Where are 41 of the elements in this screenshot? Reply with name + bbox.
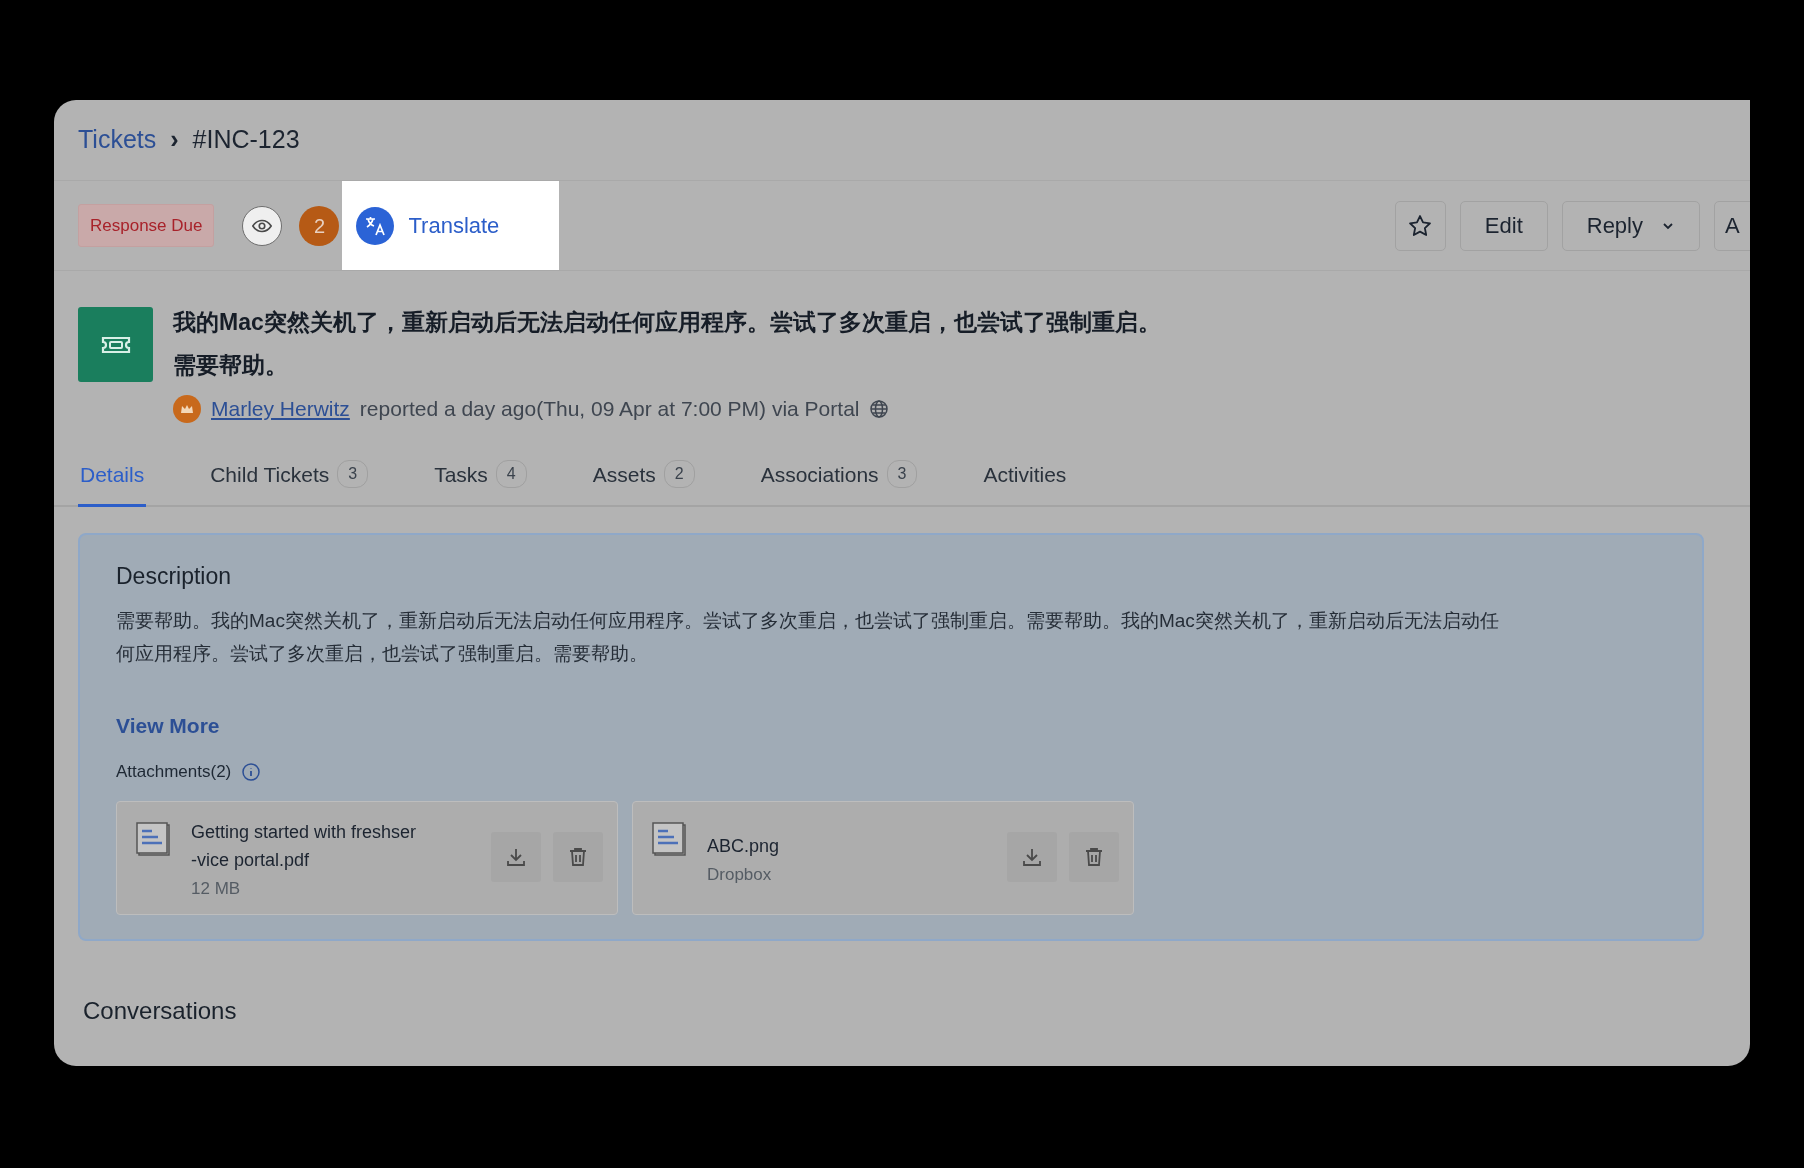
breadcrumb-link[interactable]: Tickets [78,121,157,159]
requester-link[interactable]: Marley Herwitz [211,393,350,425]
breadcrumb-current: #INC-123 [192,124,300,156]
file-detail: Dropbox [707,863,773,886]
download-button[interactable] [1007,831,1057,882]
description-text: 需要帮助。我的Mac突然关机了，重新启动后无法启动任何应用程序。尝试了多次重启，也尝试了强制重启。需要帮助。我的Mac突然关机了，重新启动后无法启动任何应用程序。尝试了多次重启，也尝试了强制重启。需要帮助。 [116,608,1500,666]
ticket-icon [78,307,153,382]
avatar [173,394,201,423]
star-icon [1407,212,1434,239]
delete-button[interactable] [553,831,603,882]
count-pill: 3 [337,460,369,489]
count-pill: 4 [495,460,527,489]
section-title: Description [116,562,233,591]
delete-button[interactable] [1069,831,1119,882]
tab[interactable]: Tasks 4 [432,448,529,507]
toolbar-button[interactable]: Edit [1459,200,1548,251]
ticket-title: 我的Mac突然关机了，重新启动后无法启动任何应用程序。尝试了多次重启，也尝试了强制重启。需要帮助。 [173,308,1162,380]
file-detail: 12 MB [191,877,242,900]
reply-button[interactable]: Reply [1561,200,1700,251]
translate-icon [356,206,395,245]
info-icon [241,761,262,782]
section-title: Conversations [83,995,238,1026]
breadcrumb-separator: › [170,124,179,156]
tab[interactable]: Assets 2 [590,448,697,507]
count-badge: 2 [299,205,340,246]
attachments-label: Attachments(2) [116,761,232,783]
count-pill: 2 [663,460,695,489]
ticket-meta: reported a day ago(Thu, 09 Apr at 7:00 PM) via Portal [359,396,860,422]
view-more-link[interactable]: View More [116,709,220,741]
toolbar-button[interactable]: A [1714,200,1750,251]
file-name: ABC.png [707,834,781,858]
tab[interactable]: Child Tickets 3 [208,448,371,507]
file-name: Getting started with freshser -vice portal.pdf [191,820,418,872]
favorite-button[interactable] [1394,200,1446,251]
count-pill: 3 [886,460,918,489]
download-button[interactable] [491,831,541,882]
globe-icon [869,398,890,419]
tab[interactable]: Associations 3 [758,448,920,507]
tab[interactable]: Activities [981,448,1069,507]
translate-button[interactable]: Translate [342,181,560,270]
status-badge: Response Due [78,203,215,248]
